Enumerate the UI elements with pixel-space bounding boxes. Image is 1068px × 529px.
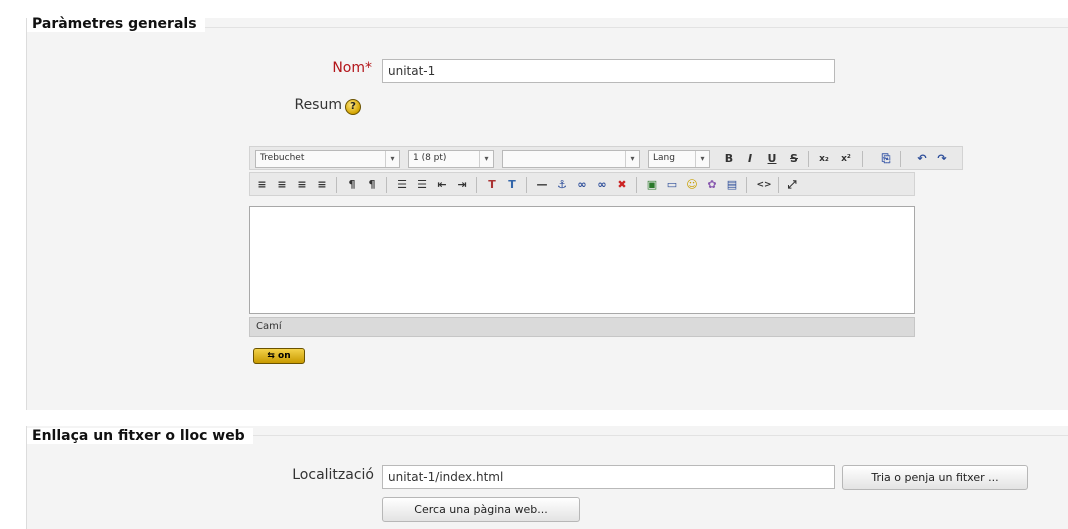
general-settings-legend: Paràmetres generals <box>27 16 205 32</box>
underline-button[interactable]: U <box>764 150 780 168</box>
font-size-select[interactable]: 1 (8 pt) ▾ <box>408 150 494 168</box>
toolbar-separator <box>476 177 477 193</box>
toolbar-separator <box>862 151 863 167</box>
toolbar-separator <box>636 177 637 193</box>
align-center-icon[interactable]: ≡ <box>274 176 290 194</box>
html-editor: Trebuchet ▾ 1 (8 pt) ▾ ▾ Lang ▾ B I U S … <box>249 146 963 339</box>
bold-button[interactable]: B <box>721 150 737 168</box>
toolbar-separator <box>746 177 747 193</box>
ordered-list-icon[interactable]: ☰ <box>394 176 410 194</box>
font-size-value: 1 (8 pt) <box>413 153 447 163</box>
nolink-icon[interactable]: ∞ <box>594 176 610 194</box>
indent-icon[interactable]: ⇥ <box>454 176 470 194</box>
name-label: Nom* <box>300 60 372 76</box>
editor-content-area[interactable] <box>249 206 915 314</box>
outdent-icon[interactable]: ⇤ <box>434 176 450 194</box>
editor-toggle-button[interactable]: ⇆ on <box>253 348 305 364</box>
name-input[interactable] <box>382 59 835 83</box>
superscript-button[interactable]: x² <box>838 150 854 168</box>
editor-status-bar: Camí <box>249 317 915 337</box>
align-justify-icon[interactable]: ≡ <box>314 176 330 194</box>
toolbar-separator <box>526 177 527 193</box>
align-left-icon[interactable]: ≡ <box>254 176 270 194</box>
image-icon[interactable]: ▣ <box>644 176 660 194</box>
search-web-page-button[interactable]: Cerca una pàgina web... <box>382 497 580 522</box>
align-right-icon[interactable]: ≡ <box>294 176 310 194</box>
lang-select[interactable]: Lang ▾ <box>648 150 710 168</box>
help-icon[interactable]: ? <box>345 99 361 115</box>
toolbar-separator <box>386 177 387 193</box>
background-color-icon[interactable]: T <box>504 176 520 194</box>
toolbar-separator <box>900 151 901 167</box>
name-label-text: Nom* <box>332 60 372 76</box>
undo-icon[interactable]: ↶ <box>914 150 930 168</box>
editor-toolbar-row-2: ≡ ≡ ≡ ≡ ¶ ¶ ☰ ☰ ⇤ ⇥ T T — ⚓ ∞ ∞ ✖ ▣ ▭ ☺ … <box>249 172 915 196</box>
link-legend: Enllaça un fitxer o lloc web <box>27 428 253 444</box>
redo-icon[interactable]: ↷ <box>934 150 950 168</box>
special-char-icon[interactable]: ✿ <box>704 176 720 194</box>
page: Paràmetres generals Nom* Resum ? Trebuch… <box>0 0 1068 529</box>
lang-value: Lang <box>653 153 675 163</box>
location-input[interactable] <box>382 465 835 489</box>
strikethrough-button[interactable]: S <box>786 150 802 168</box>
toolbar-separator <box>808 151 809 167</box>
chevron-down-icon: ▾ <box>625 151 639 167</box>
text-color-icon[interactable]: T <box>484 176 500 194</box>
style-select[interactable]: ▾ <box>502 150 640 168</box>
choose-file-button[interactable]: Tria o penja un fitxer ... <box>842 465 1028 490</box>
font-family-value: Trebuchet <box>260 153 305 163</box>
chevron-down-icon: ▾ <box>385 151 399 167</box>
horizontal-rule-icon[interactable]: — <box>534 176 550 194</box>
smiley-icon[interactable]: ☺ <box>684 176 700 194</box>
location-label: Localització <box>292 467 374 483</box>
toolbar-separator <box>336 177 337 193</box>
fullscreen-icon[interactable]: ⤢ <box>784 176 800 194</box>
font-family-select[interactable]: Trebuchet ▾ <box>255 150 400 168</box>
link-icon[interactable]: ∞ <box>574 176 590 194</box>
editor-path-label: Camí <box>256 321 282 332</box>
subscript-button[interactable]: x₂ <box>816 150 832 168</box>
chevron-down-icon: ▾ <box>479 151 493 167</box>
unlink-icon[interactable]: ✖ <box>614 176 630 194</box>
editor-toolbar-row-1: Trebuchet ▾ 1 (8 pt) ▾ ▾ Lang ▾ B I U S … <box>249 146 963 170</box>
clean-word-icon[interactable]: ⎘ <box>878 150 894 168</box>
anchor-icon[interactable]: ⚓ <box>554 176 570 194</box>
rtl-icon[interactable]: ¶ <box>364 176 380 194</box>
table-icon[interactable]: ▭ <box>664 176 680 194</box>
media-icon[interactable]: ▤ <box>724 176 740 194</box>
chevron-down-icon: ▾ <box>695 151 709 167</box>
summary-label: Resum <box>294 97 342 113</box>
italic-button[interactable]: I <box>742 150 758 168</box>
toolbar-separator <box>778 177 779 193</box>
ltr-icon[interactable]: ¶ <box>344 176 360 194</box>
unordered-list-icon[interactable]: ☰ <box>414 176 430 194</box>
html-source-icon[interactable]: <> <box>756 176 772 194</box>
